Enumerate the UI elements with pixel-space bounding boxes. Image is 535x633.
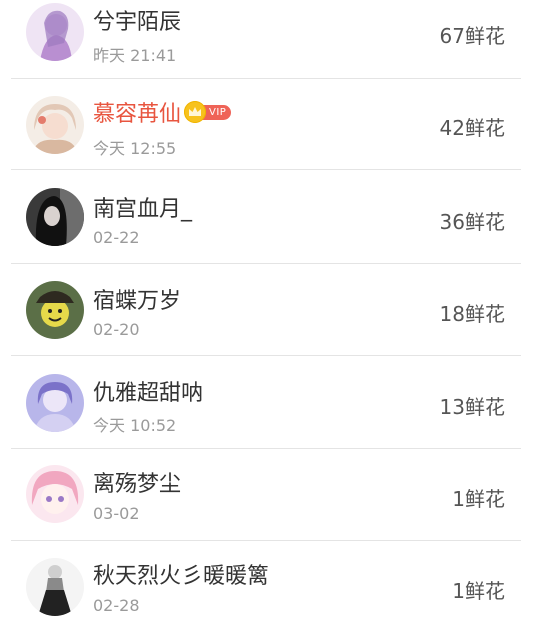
user-name[interactable]: 兮宇陌辰	[93, 4, 181, 36]
flower-count: 42鲜花	[439, 116, 505, 140]
avatar[interactable]	[26, 3, 84, 61]
user-name[interactable]: 慕容苒仙 VIP	[93, 96, 232, 128]
list-item[interactable]: 离殇梦尘 03-02 1鲜花	[0, 449, 535, 540]
avatar-image	[26, 188, 84, 246]
avatar-image	[26, 558, 84, 616]
timestamp: 02-20	[93, 320, 140, 339]
user-name-text: 慕容苒仙	[93, 102, 182, 127]
avatar-image	[26, 465, 84, 523]
timestamp: 02-22	[93, 228, 140, 247]
flower-count: 36鲜花	[439, 210, 505, 234]
list-item[interactable]: 南宫血月_ 02-22 36鲜花	[0, 170, 535, 263]
timestamp: 今天 12:55	[93, 139, 177, 158]
avatar[interactable]	[26, 281, 84, 339]
crown-icon	[184, 101, 207, 123]
avatar[interactable]	[26, 188, 84, 246]
list-item[interactable]: 仇雅超甜呐 今天 10:52 13鲜花	[0, 356, 535, 449]
avatar[interactable]	[26, 374, 84, 432]
timestamp: 03-02	[93, 504, 140, 523]
user-name[interactable]: 南宫血月_	[93, 191, 192, 223]
flower-count: 1鲜花	[452, 579, 505, 603]
user-name[interactable]: 秋天烈火彡暖暖篱	[93, 558, 269, 590]
timestamp: 今天 10:52	[93, 416, 177, 435]
avatar-image	[26, 3, 84, 61]
timestamp: 昨天 21:41	[93, 46, 177, 65]
flower-count: 67鲜花	[439, 24, 505, 48]
user-name[interactable]: 仇雅超甜呐	[93, 375, 203, 407]
vip-badge: VIP	[184, 101, 232, 123]
avatar-image	[26, 281, 84, 339]
user-name[interactable]: 离殇梦尘	[93, 466, 181, 498]
list-item[interactable]: 秋天烈火彡暖暖篱 02-28 1鲜花	[0, 541, 535, 633]
flower-ranking-list: 兮宇陌辰 昨天 21:41 67鲜花 慕容苒仙 VIP 今天 12:55 42鲜花	[0, 0, 535, 633]
flower-count: 13鲜花	[439, 395, 505, 419]
timestamp: 02-28	[93, 596, 140, 615]
avatar[interactable]	[26, 465, 84, 523]
avatar[interactable]	[26, 558, 84, 616]
avatar[interactable]	[26, 96, 84, 154]
list-item[interactable]: 宿蝶万岁 02-20 18鲜花	[0, 264, 535, 355]
list-item[interactable]: 慕容苒仙 VIP 今天 12:55 42鲜花	[0, 79, 535, 170]
flower-count: 18鲜花	[439, 302, 505, 326]
avatar-image	[26, 374, 84, 432]
flower-count: 1鲜花	[452, 487, 505, 511]
list-item[interactable]: 兮宇陌辰 昨天 21:41 67鲜花	[0, 0, 535, 79]
user-name[interactable]: 宿蝶万岁	[93, 283, 181, 315]
avatar-image	[26, 96, 84, 154]
